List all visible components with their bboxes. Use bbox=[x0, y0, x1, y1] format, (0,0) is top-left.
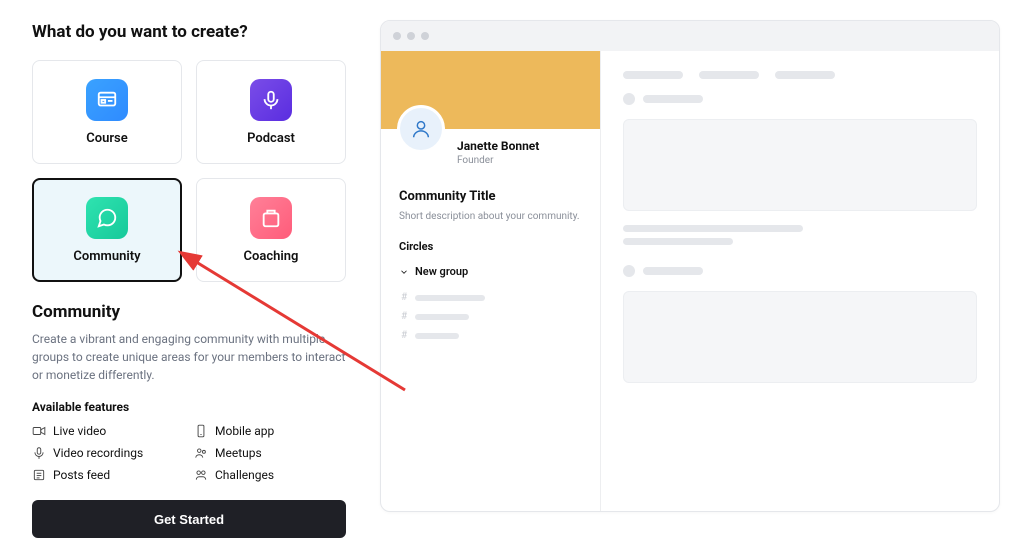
circle-placeholder: # bbox=[399, 292, 582, 303]
new-group-label: New group bbox=[415, 265, 468, 278]
feature-mobile-app: Mobile app bbox=[194, 424, 346, 438]
page-root: What do you want to create? Course Podca… bbox=[0, 0, 1024, 532]
community-description: Short description about your community. bbox=[399, 210, 582, 224]
avatar-placeholder bbox=[623, 93, 635, 105]
card-course[interactable]: Course bbox=[32, 60, 182, 164]
preview-sidebar: Janette Bonnet Founder Community Title S… bbox=[381, 51, 601, 511]
feature-label: Live video bbox=[53, 424, 106, 438]
feature-meetups: Meetups bbox=[194, 446, 346, 460]
feature-label: Mobile app bbox=[215, 424, 274, 438]
user-icon bbox=[410, 118, 432, 140]
user-role: Founder bbox=[457, 155, 584, 166]
new-group-row[interactable]: New group bbox=[399, 265, 582, 278]
card-podcast-label: Podcast bbox=[247, 131, 295, 146]
text-placeholder bbox=[643, 267, 703, 275]
text-placeholder bbox=[623, 225, 803, 232]
feature-label: Video recordings bbox=[53, 446, 143, 460]
nav-placeholder bbox=[775, 71, 835, 79]
window-dot bbox=[393, 32, 401, 40]
text-placeholder bbox=[623, 238, 733, 245]
podcast-icon bbox=[250, 79, 292, 121]
community-block: Community Title Short description about … bbox=[381, 175, 600, 355]
chevron-down-icon bbox=[399, 267, 409, 277]
features-grid: Live video Mobile app Video recordings M… bbox=[32, 424, 346, 482]
avatar-placeholder bbox=[623, 265, 635, 277]
video-icon bbox=[32, 424, 46, 438]
feature-video-recordings: Video recordings bbox=[32, 446, 184, 460]
selection-description: Create a vibrant and engaging community … bbox=[32, 330, 346, 384]
user-name: Janette Bonnet bbox=[457, 139, 584, 153]
browser-bar bbox=[381, 21, 999, 51]
avatar bbox=[397, 105, 445, 153]
post-meta bbox=[623, 225, 977, 251]
preview-feed bbox=[601, 51, 999, 511]
mic-icon bbox=[32, 446, 46, 460]
feature-posts-feed: Posts feed bbox=[32, 468, 184, 482]
post-card bbox=[623, 119, 977, 211]
card-coaching[interactable]: Coaching bbox=[196, 178, 346, 282]
card-podcast[interactable]: Podcast bbox=[196, 60, 346, 164]
feature-label: Posts feed bbox=[53, 468, 110, 482]
selection-title: Community bbox=[32, 302, 346, 322]
nav-placeholder bbox=[699, 71, 759, 79]
community-icon bbox=[86, 197, 128, 239]
card-grid: Course Podcast Community Coaching bbox=[32, 60, 346, 282]
circles-label: Circles bbox=[399, 240, 582, 253]
nav-placeholder bbox=[623, 71, 683, 79]
preview-body: Janette Bonnet Founder Community Title S… bbox=[381, 51, 999, 511]
text-placeholder bbox=[643, 95, 703, 103]
feature-live-video: Live video bbox=[32, 424, 184, 438]
post-card bbox=[623, 291, 977, 383]
window-dot bbox=[407, 32, 415, 40]
coaching-icon bbox=[250, 197, 292, 239]
features-heading: Available features bbox=[32, 400, 346, 414]
users-icon bbox=[194, 446, 208, 460]
circle-placeholder: # bbox=[399, 311, 582, 322]
card-community-label: Community bbox=[73, 249, 140, 264]
post-header bbox=[623, 93, 977, 105]
mobile-icon bbox=[194, 424, 208, 438]
card-coaching-label: Coaching bbox=[244, 249, 299, 264]
create-panel: What do you want to create? Course Podca… bbox=[0, 0, 360, 532]
community-title: Community Title bbox=[399, 189, 582, 204]
preview-topnav bbox=[623, 71, 977, 79]
browser-frame: Janette Bonnet Founder Community Title S… bbox=[380, 20, 1000, 512]
preview-panel: Janette Bonnet Founder Community Title S… bbox=[360, 0, 1024, 532]
feature-label: Challenges bbox=[215, 468, 274, 482]
course-icon bbox=[86, 79, 128, 121]
get-started-button[interactable]: Get Started bbox=[32, 500, 346, 538]
feed-icon bbox=[32, 468, 46, 482]
card-course-label: Course bbox=[86, 131, 127, 146]
feature-label: Meetups bbox=[215, 446, 262, 460]
post-header bbox=[623, 265, 977, 277]
feature-challenges: Challenges bbox=[194, 468, 346, 482]
panel-heading: What do you want to create? bbox=[32, 22, 346, 42]
circle-placeholder: # bbox=[399, 330, 582, 341]
trophy-icon bbox=[194, 468, 208, 482]
window-dot bbox=[421, 32, 429, 40]
card-community[interactable]: Community bbox=[32, 178, 182, 282]
